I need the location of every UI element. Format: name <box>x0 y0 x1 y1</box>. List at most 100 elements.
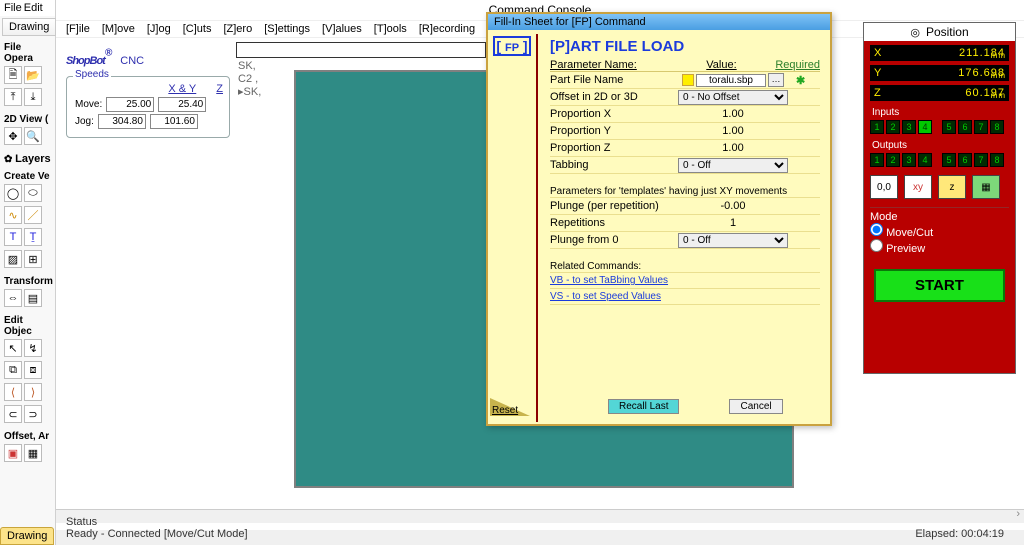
mode-preview[interactable]: Preview <box>870 239 1009 255</box>
link-vs[interactable]: VS - to set Speed Values <box>550 289 820 305</box>
part-file-input[interactable] <box>696 74 766 87</box>
menu-cuts[interactable]: [C]uts <box>183 23 212 35</box>
plunge0-select[interactable]: 0 - Off <box>678 233 788 248</box>
keypad-icon[interactable]: ▦ <box>972 175 1000 199</box>
recall-last-button[interactable]: Recall Last <box>608 399 679 414</box>
node-edit-icon[interactable]: ↯ <box>24 339 42 357</box>
browse-button[interactable]: … <box>768 73 784 87</box>
menu-file2[interactable]: [F]ile <box>66 23 90 35</box>
line-icon[interactable]: ／ <box>24 206 42 224</box>
trim-icon[interactable]: ⟩ <box>24 383 42 401</box>
xy-plate-icon[interactable]: xy <box>904 175 932 199</box>
section-layers: ✿ Layers <box>0 149 55 167</box>
speeds-hdr-z: Z <box>216 83 223 95</box>
inputs-label: Inputs <box>872 107 1015 118</box>
section-offset: Offset, Ar <box>0 427 55 444</box>
in-led-5: 5 <box>942 120 956 134</box>
section-edit-obj: Edit Objec <box>0 311 55 339</box>
menu-values[interactable]: [V]alues <box>322 23 362 35</box>
out-led-3[interactable]: 3 <box>902 153 916 167</box>
trace-icon[interactable]: ▨ <box>4 250 22 268</box>
misc2-icon[interactable]: ⊃ <box>24 405 42 423</box>
jog-label: Jog: <box>75 116 94 127</box>
row-plunge0-label: Plunge from 0 <box>550 234 670 246</box>
out-led-2[interactable]: 2 <box>886 153 900 167</box>
inputs-leds: 1 2 3 4 5 6 7 8 <box>870 120 1009 134</box>
array-icon[interactable]: ▦ <box>24 444 42 462</box>
out-led-4[interactable]: 4 <box>918 153 932 167</box>
align-icon[interactable]: ▤ <box>24 289 42 307</box>
curve-icon[interactable]: ∿ <box>4 206 22 224</box>
zero-axes-icon[interactable]: 0,0 <box>870 175 898 199</box>
dims-icon[interactable]: ⊞ <box>24 250 42 268</box>
circle-icon[interactable]: ◯ <box>4 184 22 202</box>
cancel-button[interactable]: Cancel <box>729 399 782 414</box>
join-icon[interactable]: ⟨ <box>4 383 22 401</box>
plunge-value[interactable]: -0.00 <box>678 200 788 212</box>
out-led-1[interactable]: 1 <box>870 153 884 167</box>
misc1-icon[interactable]: ⊂ <box>4 405 22 423</box>
group-icon[interactable]: ⧉ <box>4 361 22 379</box>
template-subhead: Parameters for 'templates' having just X… <box>550 186 820 198</box>
menu-move[interactable]: [M]ove <box>102 23 135 35</box>
menu-recording[interactable]: [R]ecording <box>419 23 475 35</box>
mode-movecut[interactable]: Move/Cut <box>870 223 1009 239</box>
in-led-3: 3 <box>902 120 916 134</box>
start-button[interactable]: START <box>874 269 1005 302</box>
command-input[interactable] <box>236 42 486 58</box>
out-led-7[interactable]: 7 <box>974 153 988 167</box>
menu-edit[interactable]: Edit <box>24 2 43 14</box>
pos-icon-strip: 0,0 xy z ▦ <box>870 175 1009 199</box>
move-z-input[interactable] <box>158 97 206 112</box>
select-icon[interactable]: ↖ <box>4 339 22 357</box>
speeds-box: Speeds X & Y Z Move: Jog: <box>66 76 230 138</box>
new-file-icon[interactable]: 🗎 <box>4 66 22 84</box>
required-mark: ✱ <box>796 74 820 87</box>
zoom-icon[interactable]: 🔍 <box>24 127 42 145</box>
tabbing-select[interactable]: 0 - Off <box>678 158 788 173</box>
text-path-icon[interactable]: Ṯ <box>24 228 42 246</box>
dialog-heading: [P]ART FILE LOAD <box>550 38 820 55</box>
menu-file[interactable]: File <box>4 2 22 14</box>
offset-icon[interactable]: ▣ <box>4 444 22 462</box>
propy-value[interactable]: 1.00 <box>678 125 788 137</box>
menu-tools[interactable]: [T]ools <box>374 23 407 35</box>
menu-jog[interactable]: [J]og <box>147 23 171 35</box>
dro-y: Y176.698mm <box>870 65 1009 81</box>
dialog-titlebar[interactable]: Fill-In Sheet for [FP] Command <box>488 14 830 30</box>
drawing-bottom-tab[interactable]: Drawing <box>0 527 54 545</box>
brand-block: ShopBot® CNC Speeds X & Y Z Move: Jog: <box>56 38 236 508</box>
reset-link[interactable]: Reset <box>492 405 518 416</box>
position-title: Position <box>864 23 1015 41</box>
out-led-8[interactable]: 8 <box>990 153 1004 167</box>
propz-value[interactable]: 1.00 <box>678 142 788 154</box>
text-icon[interactable]: T <box>4 228 22 246</box>
reps-value[interactable]: 1 <box>678 217 788 229</box>
ellipse-icon[interactable]: ⬭ <box>24 184 42 202</box>
pan-icon[interactable]: ✥ <box>4 127 22 145</box>
menu-settings[interactable]: [S]ettings <box>264 23 310 35</box>
offset-select[interactable]: 0 - No Offset <box>678 90 788 105</box>
z-plate-icon[interactable]: z <box>938 175 966 199</box>
drawing-tab[interactable]: Drawing <box>2 18 56 36</box>
row-partfile-label: Part File Name <box>550 74 670 86</box>
in-led-4: 4 <box>918 120 932 134</box>
outputs-label: Outputs <box>872 140 1015 151</box>
import-icon[interactable]: ⤒ <box>4 88 22 106</box>
out-led-5[interactable]: 5 <box>942 153 956 167</box>
ungroup-icon[interactable]: ⧈ <box>24 361 42 379</box>
menu-zero[interactable]: [Z]ero <box>223 23 252 35</box>
out-led-6[interactable]: 6 <box>958 153 972 167</box>
jog-xy-input[interactable] <box>98 114 146 129</box>
jog-z-input[interactable] <box>150 114 198 129</box>
partfile-flag-icon <box>682 74 694 86</box>
propx-value[interactable]: 1.00 <box>678 108 788 120</box>
move-obj-icon[interactable]: ⇔ <box>4 289 22 307</box>
move-label: Move: <box>75 99 102 110</box>
section-file-ops: File Opera <box>0 38 55 66</box>
link-vb[interactable]: VB - to set TaBbing Values <box>550 273 820 289</box>
open-file-icon[interactable]: 📂 <box>24 66 42 84</box>
move-xy-input[interactable] <box>106 97 154 112</box>
speeds-hdr-xy: X & Y <box>168 83 196 95</box>
export-icon[interactable]: ⤓ <box>24 88 42 106</box>
